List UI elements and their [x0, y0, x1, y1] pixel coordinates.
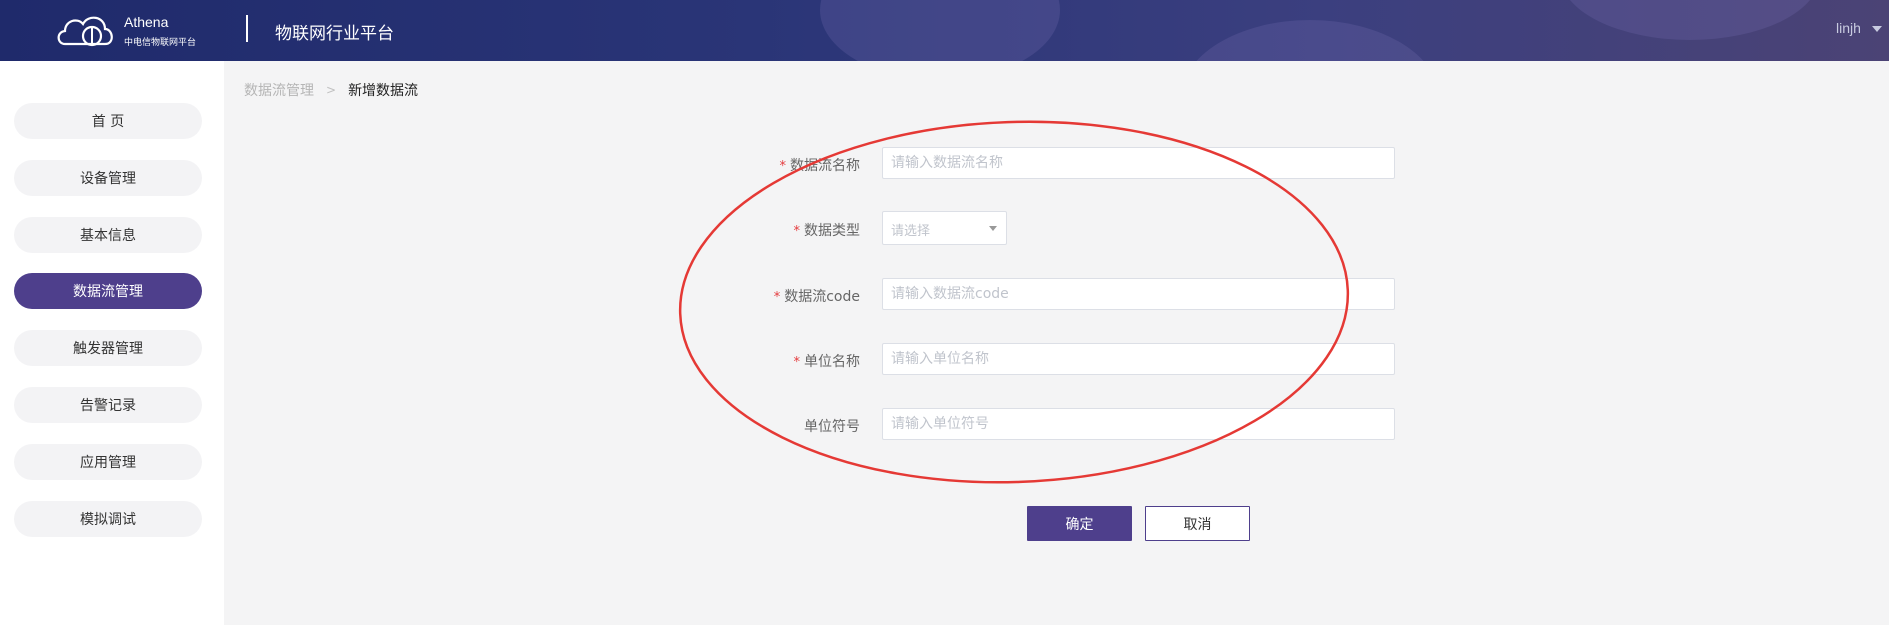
sidebar-item-device-management[interactable]: 设备管理	[14, 160, 202, 196]
required-mark: *	[779, 159, 787, 174]
datastream-name-input[interactable]	[882, 147, 1395, 179]
field-label-unit-symbol: 单位符号	[804, 416, 860, 436]
platform-title: 物联网行业平台	[275, 24, 394, 44]
field-label-text: 单位符号	[804, 419, 860, 435]
breadcrumb: 数据流管理 > 新增数据流	[244, 80, 418, 100]
sidebar-item-app-management[interactable]: 应用管理	[14, 444, 202, 480]
field-label-text: 数据流名称	[790, 158, 860, 174]
field-label-text: 单位名称	[804, 354, 860, 370]
sidebar-item-simulation-debug[interactable]: 模拟调试	[14, 501, 202, 537]
sidebar: 首 页 设备管理 基本信息 数据流管理 触发器管理 告警记录 应用管理 模拟调试	[0, 61, 224, 625]
field-label-text: 数据流code	[784, 289, 860, 305]
sidebar-item-datastream-management[interactable]: 数据流管理	[14, 273, 202, 309]
field-label-unit-name: * 单位名称	[794, 351, 861, 371]
sidebar-item-basic-info[interactable]: 基本信息	[14, 217, 202, 253]
breadcrumb-current: 新增数据流	[348, 83, 419, 99]
sidebar-item-home[interactable]: 首 页	[14, 103, 202, 139]
data-type-select[interactable]: 请选择	[882, 211, 1007, 245]
confirm-button[interactable]: 确定	[1027, 506, 1132, 541]
header-divider	[246, 15, 248, 42]
required-mark: *	[773, 290, 781, 305]
unit-symbol-input[interactable]	[882, 408, 1395, 440]
datastream-code-input[interactable]	[882, 278, 1395, 310]
breadcrumb-separator: >	[326, 83, 337, 97]
field-label-text: 数据类型	[804, 223, 860, 239]
field-label-datastream-code: * 数据流code	[774, 286, 860, 306]
user-menu[interactable]: linjh	[1836, 20, 1861, 36]
required-mark: *	[793, 224, 801, 239]
header-decoration	[1560, 0, 1820, 40]
cloud-logo-icon	[57, 16, 113, 47]
logo-name: Athena	[124, 14, 169, 30]
select-placeholder: 请选择	[891, 224, 931, 239]
header-decoration	[820, 0, 1060, 61]
logo-subtitle: 中电信物联网平台	[124, 38, 197, 48]
required-mark: *	[793, 355, 801, 370]
top-header: Athena 中电信物联网平台 物联网行业平台 linjh	[0, 0, 1889, 61]
caret-down-icon	[989, 226, 997, 231]
sidebar-item-trigger-management[interactable]: 触发器管理	[14, 330, 202, 366]
cancel-button[interactable]: 取消	[1145, 506, 1250, 541]
unit-name-input[interactable]	[882, 343, 1395, 375]
header-decoration	[1180, 20, 1440, 61]
caret-down-icon[interactable]	[1872, 26, 1882, 32]
sidebar-item-alarm-records[interactable]: 告警记录	[14, 387, 202, 423]
field-label-data-type: * 数据类型	[794, 220, 861, 240]
breadcrumb-parent-link[interactable]: 数据流管理	[244, 80, 314, 100]
field-label-datastream-name: * 数据流名称	[780, 155, 861, 175]
